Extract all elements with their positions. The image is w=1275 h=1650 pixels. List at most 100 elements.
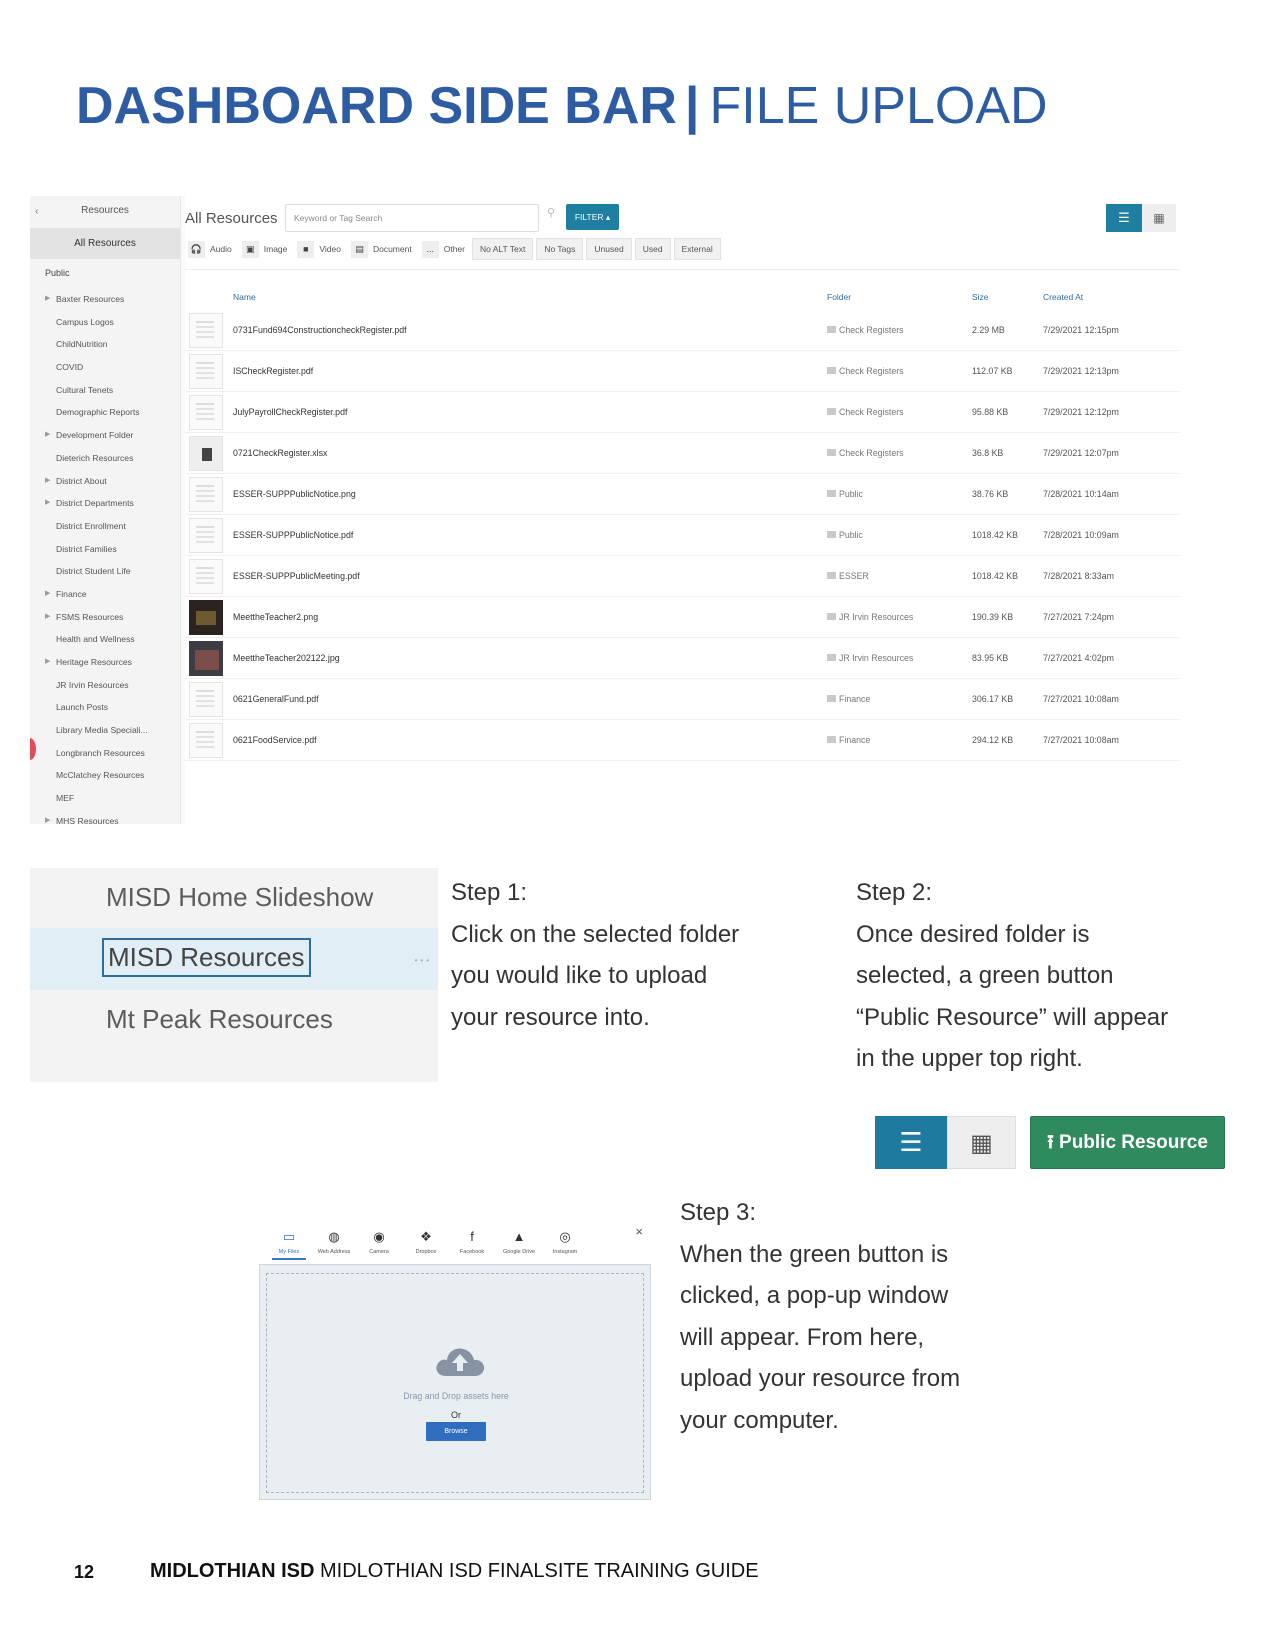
folder-item-mt-peak[interactable]: Mt Peak Resources xyxy=(30,990,438,1052)
table-row[interactable]: ESSER-SUPPPublicMeeting.pdf ESSER 1018.42 … xyxy=(185,556,1180,597)
more-dots-icon[interactable]: ••• xyxy=(415,956,432,965)
browse-button[interactable]: Browse xyxy=(426,1422,486,1441)
sidebar-folder-item[interactable]: ▶ MHS Resources xyxy=(30,810,180,824)
folder-label: Public xyxy=(839,530,863,540)
sidebar-folder-item[interactable]: ▶ District Departments xyxy=(30,492,180,515)
sidebar-folder-item[interactable]: Dieterich Resources xyxy=(30,447,180,470)
thumbnail-preview xyxy=(196,567,214,569)
folder-icon xyxy=(827,490,836,497)
sidebar-folder-item[interactable]: ▶ District About xyxy=(30,470,180,493)
expand-caret-icon[interactable]: ▶ xyxy=(45,424,50,447)
search-icon[interactable]: ⚲ xyxy=(547,206,555,219)
expand-caret-icon[interactable]: ▶ xyxy=(45,606,50,629)
type-filter-audio[interactable]: 🎧 Audio xyxy=(185,238,235,260)
column-header-created[interactable]: Created At xyxy=(1043,292,1083,302)
table-row[interactable]: JulyPayrollCheckRegister.pdf Check Regist… xyxy=(185,392,1180,433)
column-header-name[interactable]: Name xyxy=(233,292,256,302)
table-row[interactable]: ISCheckRegister.pdf Check Registers 112.07… xyxy=(185,351,1180,392)
table-row[interactable]: 0621FoodService.pdf Finance 294.12 KB 7/27/… xyxy=(185,720,1180,761)
tab-dropbox[interactable]: ❖ Dropbox xyxy=(403,1228,449,1255)
step3-line: your computer. xyxy=(680,1406,839,1434)
close-icon[interactable]: × xyxy=(635,1224,643,1239)
file-name: 0621FoodService.pdf xyxy=(233,735,317,745)
tab-google-drive[interactable]: ▲ Google Drive xyxy=(496,1228,542,1255)
sidebar-folder-item[interactable]: Cultural Tenets xyxy=(30,379,180,402)
tag-filter[interactable]: External xyxy=(673,238,721,260)
file-icon xyxy=(202,448,212,461)
table-row[interactable]: 0721CheckRegister.xlsx Check Registers 36.… xyxy=(185,433,1180,474)
tab-facebook[interactable]: f Facebook xyxy=(449,1228,495,1255)
created-at: 7/27/2021 7:24pm xyxy=(1043,612,1114,622)
grid-view-button[interactable]: ▦ xyxy=(947,1116,1016,1169)
grid-view-icon[interactable]: ▦ xyxy=(1142,204,1176,232)
folder-label: Public xyxy=(839,489,863,499)
sidebar-folder-item[interactable]: Campus Logos xyxy=(30,311,180,334)
type-filter-video[interactable]: ■ Video xyxy=(294,238,344,260)
expand-caret-icon[interactable]: ▶ xyxy=(45,583,50,606)
sidebar-folder-item[interactable]: District Enrollment xyxy=(30,515,180,538)
sidebar-folder-item[interactable]: ▶ Development Folder xyxy=(30,424,180,447)
tag-filter[interactable]: No ALT Text xyxy=(471,238,534,260)
sidebar-folder-item[interactable]: Longbranch Resources xyxy=(30,742,180,765)
column-header-size[interactable]: Size xyxy=(972,292,989,302)
sidebar-folder-item[interactable]: JR Irvin Resources xyxy=(30,674,180,697)
sidebar-folder-item[interactable]: Library Media Speciali... xyxy=(30,719,180,742)
file-thumbnail xyxy=(189,559,223,594)
folder-item-label: Mt Peak Resources xyxy=(106,1004,333,1034)
drop-zone[interactable]: Drag and Drop assets here Or Browse xyxy=(259,1264,651,1500)
tag-filter[interactable]: Used xyxy=(634,238,671,260)
thumbnail-preview xyxy=(196,485,214,487)
type-filter-image[interactable]: ▣ Image xyxy=(239,238,291,260)
sidebar-folder-item[interactable]: ▶ Heritage Resources xyxy=(30,651,180,674)
folder-name: JR Irvin Resources xyxy=(827,638,913,679)
filter-button[interactable]: FILTER ▴ xyxy=(566,204,619,230)
sidebar-folder-label: COVID xyxy=(56,362,84,373)
expand-caret-icon[interactable]: ▶ xyxy=(45,492,50,515)
sidebar-folder-item[interactable]: McClatchey Resources xyxy=(30,764,180,787)
sidebar-folder-item[interactable]: Health and Wellness xyxy=(30,628,180,651)
back-chevron-icon[interactable]: ‹ xyxy=(35,206,38,217)
type-filter-label: Other xyxy=(443,244,465,254)
table-row[interactable]: 0731Fund694ConstructioncheckRegister.pdf… xyxy=(185,310,1180,351)
type-filter-document[interactable]: ▤ Document xyxy=(348,238,415,260)
expand-caret-icon[interactable]: ▶ xyxy=(45,470,50,493)
sidebar-folder-item[interactable]: COVID xyxy=(30,356,180,379)
folder-item-misd-resources[interactable]: MISD Resources ••• xyxy=(30,928,438,990)
tag-filter[interactable]: No Tags xyxy=(536,238,584,260)
tab-instagram[interactable]: ◎ Instagram xyxy=(542,1228,588,1255)
sidebar-public-label[interactable]: Public xyxy=(45,268,70,278)
sidebar-folder-item[interactable]: Demographic Reports xyxy=(30,401,180,424)
sidebar-folder-item[interactable]: ▶ FSMS Resources xyxy=(30,606,180,629)
tab-web-address[interactable]: ◍ Web Address xyxy=(311,1228,357,1255)
step3-line: upload your resource from xyxy=(680,1365,961,1393)
sidebar-folder-item[interactable]: MEF xyxy=(30,787,180,810)
sidebar-folder-item[interactable]: District Families xyxy=(30,538,180,561)
tab-label: My Files xyxy=(278,1249,300,1255)
file-size: 190.39 KB xyxy=(972,612,1014,622)
table-row[interactable]: 0621GeneralFund.pdf Finance 306.17 KB 7/27/… xyxy=(185,679,1180,720)
search-input[interactable]: Keyword or Tag Search xyxy=(285,204,539,232)
expand-caret-icon[interactable]: ▶ xyxy=(45,810,50,824)
column-header-folder[interactable]: Folder xyxy=(827,292,851,302)
list-view-icon[interactable]: ☰ xyxy=(1106,204,1142,232)
tab-my-files[interactable]: ▭ My Files xyxy=(266,1228,312,1255)
list-view-button[interactable]: ☰ xyxy=(875,1116,947,1169)
type-filter-other[interactable]: ... Other xyxy=(419,238,468,260)
tab-camera[interactable]: ◉ Camera xyxy=(356,1228,402,1255)
sidebar-folder-item[interactable]: ▶ Baxter Resources xyxy=(30,288,180,311)
sidebar-folder-item[interactable]: ▶ Finance xyxy=(30,583,180,606)
sidebar-folder-item[interactable]: Launch Posts xyxy=(30,696,180,719)
sidebar-folder-item[interactable]: District Student Life xyxy=(30,560,180,583)
public-resource-button[interactable]: ⭱ Public Resource xyxy=(1030,1116,1225,1169)
table-row[interactable]: ESSER-SUPPPublicNotice.png Public 38.76 KB… xyxy=(185,474,1180,515)
sidebar-item-all-resources[interactable]: All Resources xyxy=(30,228,180,259)
table-row[interactable]: ESSER-SUPPPublicNotice.pdf Public 1018.42 … xyxy=(185,515,1180,556)
sidebar-folder-item[interactable]: ChildNutrition xyxy=(30,333,180,356)
title-light: FILE UPLOAD xyxy=(709,77,1048,135)
expand-caret-icon[interactable]: ▶ xyxy=(45,288,50,311)
expand-caret-icon[interactable]: ▶ xyxy=(45,651,50,674)
table-row[interactable]: MeettheTeacher202122.jpg JR Irvin Resourc… xyxy=(185,638,1180,679)
tag-filter[interactable]: Unused xyxy=(586,238,632,260)
folder-item-home-slideshow[interactable]: MISD Home Slideshow xyxy=(30,868,438,930)
table-row[interactable]: MeettheTeacher2.png JR Irvin Resources 190… xyxy=(185,597,1180,638)
